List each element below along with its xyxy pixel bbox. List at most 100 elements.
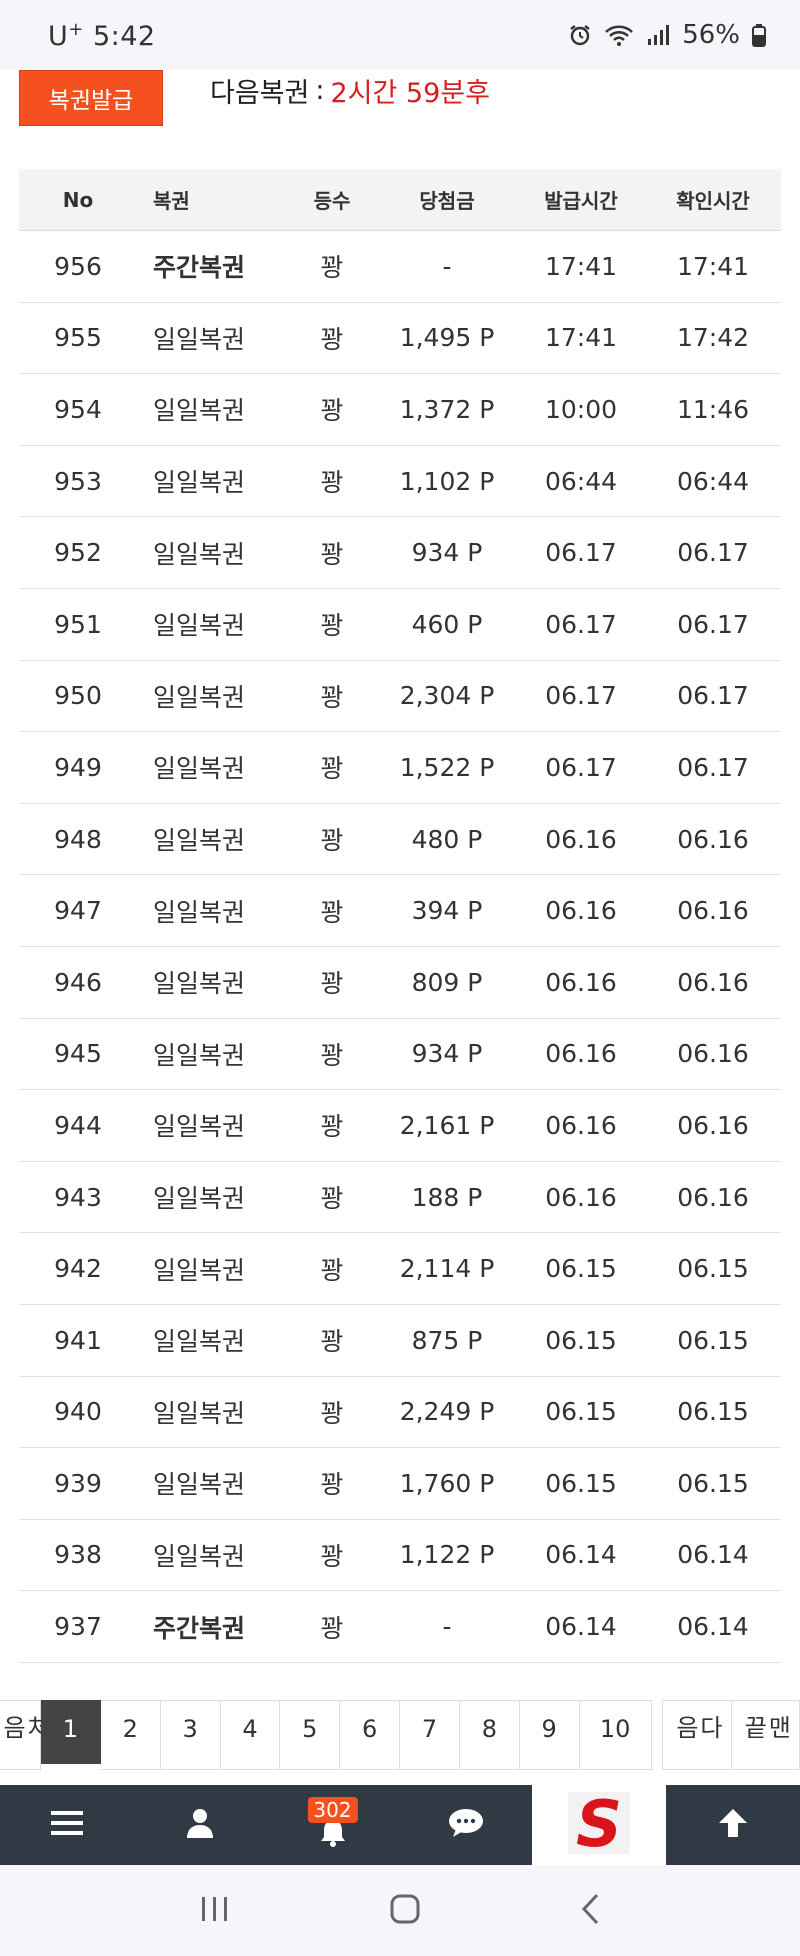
- pagination-gap: [651, 1700, 664, 1770]
- row-no: 941: [54, 1325, 102, 1355]
- table-row: 940 일일복권 꽝 2,249 P 06.15 06.15: [19, 1377, 781, 1449]
- row-rank: 꽝: [320, 539, 344, 569]
- profile-button[interactable]: [133, 1785, 266, 1865]
- row-no: 937: [54, 1612, 102, 1642]
- page-button-5[interactable]: 5: [280, 1700, 341, 1770]
- issue-lottery-button[interactable]: 복권발급: [19, 70, 163, 126]
- row-rank: 꽝: [320, 897, 344, 927]
- row-issued: 06.16: [545, 896, 617, 926]
- row-checked: 06.15: [677, 1325, 749, 1355]
- row-issued: 06.14: [545, 1612, 617, 1642]
- page-button-9[interactable]: 9: [519, 1700, 580, 1770]
- clock-time: 5:42: [92, 20, 156, 52]
- table-row: 955 일일복권 꽝 1,495 P 17:41 17:42: [19, 303, 781, 375]
- column-header-prize: 당첨금: [419, 189, 475, 213]
- back-icon[interactable]: [578, 1892, 602, 1930]
- row-checked: 06.16: [677, 1182, 749, 1212]
- row-type: 일일복권: [153, 539, 246, 569]
- page-button-6[interactable]: 6: [340, 1700, 401, 1770]
- table-row: 942 일일복권 꽝 2,114 P 06.15 06.15: [19, 1233, 781, 1305]
- row-rank: 꽝: [320, 396, 344, 426]
- scroll-top-button[interactable]: [666, 1785, 799, 1865]
- row-rank: 꽝: [320, 1398, 344, 1428]
- page-next-button[interactable]: 다음: [663, 1700, 732, 1770]
- row-checked: 06.16: [677, 824, 749, 854]
- row-issued: 06:44: [544, 466, 618, 496]
- arrow-up-icon: [716, 1807, 750, 1843]
- row-no: 953: [54, 466, 102, 496]
- row-prize: 1,495 P: [399, 323, 495, 353]
- system-navigation-bar: [0, 1865, 800, 1956]
- row-rank: 꽝: [320, 754, 344, 784]
- site-logo-button[interactable]: S: [532, 1785, 666, 1865]
- page-button-7[interactable]: 7: [400, 1700, 460, 1770]
- table-row: 953 일일복권 꽝 1,102 P 06:44 06:44: [19, 446, 781, 518]
- column-header-type: 복권: [153, 189, 190, 213]
- chat-button[interactable]: [399, 1785, 532, 1865]
- row-type: 일일복권: [153, 324, 246, 354]
- page-last-button[interactable]: 맨끝: [731, 1700, 800, 1770]
- table-row: 947 일일복권 꽝 394 P 06.16 06.16: [19, 875, 781, 947]
- home-icon[interactable]: [388, 1892, 422, 1930]
- row-checked: 06.16: [677, 1039, 749, 1069]
- row-type: 일일복권: [153, 897, 246, 927]
- table-header: No 복권 등수 당첨금 발급시간 확인시간: [19, 169, 781, 231]
- page-button-2[interactable]: 2: [100, 1700, 161, 1770]
- page-button-4[interactable]: 4: [220, 1700, 281, 1770]
- row-rank: 꽝: [320, 611, 344, 641]
- row-type: 일일복권: [153, 1255, 246, 1285]
- status-carrier-time: U+ 5:42: [48, 19, 156, 52]
- row-rank: 꽝: [320, 682, 344, 712]
- page-last-label: 맨끝: [739, 1715, 792, 1743]
- row-rank: 꽝: [320, 1327, 344, 1357]
- row-type: 일일복권: [153, 1040, 246, 1070]
- row-type: 일일복권: [153, 826, 246, 856]
- row-prize: 1,102 P: [399, 466, 495, 496]
- logo-icon: S: [564, 1788, 634, 1862]
- page-first-button[interactable]: 처음: [0, 1700, 50, 1770]
- pagination: 처음 1 2 3 4 5 6 7 8 9 10 다음 맨끝: [0, 1700, 800, 1770]
- page-button-1[interactable]: 1: [41, 1700, 101, 1764]
- row-prize: 1,122 P: [399, 1540, 495, 1570]
- notifications-button[interactable]: 302: [266, 1785, 399, 1865]
- row-type: 주간복권: [153, 253, 246, 283]
- row-prize: 875 P: [411, 1325, 483, 1355]
- column-header-checked: 확인시간: [676, 189, 750, 213]
- signal-icon: [646, 23, 670, 47]
- row-checked: 06.17: [677, 752, 749, 782]
- row-rank: 꽝: [320, 826, 344, 856]
- menu-icon: [50, 1808, 84, 1842]
- row-prize: 2,304 P: [399, 681, 495, 711]
- row-prize: 1,522 P: [399, 752, 495, 782]
- next-lottery-info: 다음복권 : 2시간 59분후: [210, 70, 490, 110]
- chat-icon: [448, 1807, 484, 1843]
- row-issued: 06.16: [545, 824, 617, 854]
- table-row: 952 일일복권 꽝 934 P 06.17 06.17: [19, 517, 781, 589]
- row-issued: 06.15: [545, 1397, 617, 1427]
- row-prize: 809 P: [411, 967, 483, 997]
- row-checked: 17:42: [676, 323, 750, 353]
- row-no: 938: [54, 1540, 102, 1570]
- row-rank: 꽝: [320, 1613, 344, 1643]
- next-lottery-colon: :: [315, 74, 325, 106]
- row-checked: 06.15: [677, 1254, 749, 1284]
- menu-button[interactable]: [0, 1785, 133, 1865]
- status-bar: U+ 5:42 56%: [0, 0, 800, 70]
- row-issued: 10:00: [544, 394, 618, 424]
- row-prize: 1,372 P: [399, 394, 495, 424]
- row-prize: 2,114 P: [399, 1254, 495, 1284]
- page-button-3[interactable]: 3: [160, 1700, 221, 1770]
- recent-apps-icon[interactable]: [198, 1894, 232, 1928]
- row-no: 947: [54, 896, 102, 926]
- column-header-issued: 발급시간: [544, 189, 618, 213]
- row-issued: 17:41: [544, 323, 618, 353]
- page-button-8[interactable]: 8: [459, 1700, 520, 1770]
- row-issued: 06.16: [545, 967, 617, 997]
- row-prize: 1,760 P: [399, 1468, 495, 1498]
- table-row: 950 일일복권 꽝 2,304 P 06.17 06.17: [19, 661, 781, 733]
- row-issued: 06.17: [545, 538, 617, 568]
- row-rank: 꽝: [320, 1541, 344, 1571]
- page-button-10[interactable]: 10: [579, 1700, 652, 1770]
- page-next-label: 다음: [670, 1715, 723, 1743]
- carrier-plus: +: [68, 18, 84, 40]
